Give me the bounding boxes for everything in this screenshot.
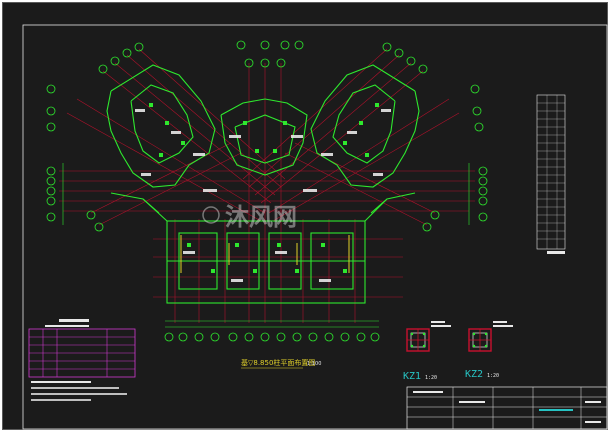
- elevation-table: [536, 94, 566, 254]
- watermark: 沐风网: [202, 203, 297, 231]
- kz1-detail: [406, 321, 451, 352]
- drawing-canvas: KZ1 1:20 KZ2 1:20 基▽8.850柱平面布置图 1:100 沐风…: [0, 0, 610, 432]
- drawing-frame: [22, 24, 608, 430]
- plan-title: 基▽8.850柱平面布置图: [241, 358, 315, 367]
- cad-drawing: KZ1 1:20 KZ2 1:20 基▽8.850柱平面布置图 1:100 沐风…: [22, 24, 608, 430]
- building-outline: [106, 64, 420, 304]
- column-markers: [149, 103, 379, 273]
- kz2-label: KZ2: [465, 369, 483, 380]
- watermark-text: 沐风网: [225, 203, 297, 231]
- drawing-sheet: KZ1 1:20 KZ2 1:20 基▽8.850柱平面布置图 1:100 沐风…: [2, 2, 608, 430]
- kz1-label: KZ1: [403, 371, 421, 382]
- kz1-scale: 1:20: [425, 375, 437, 381]
- column-schedule-table: [28, 319, 136, 401]
- plan-scale: 1:100: [307, 361, 321, 367]
- kz2-detail: [468, 321, 513, 352]
- kz2-scale: 1:20: [487, 373, 499, 379]
- title-block: [406, 386, 608, 430]
